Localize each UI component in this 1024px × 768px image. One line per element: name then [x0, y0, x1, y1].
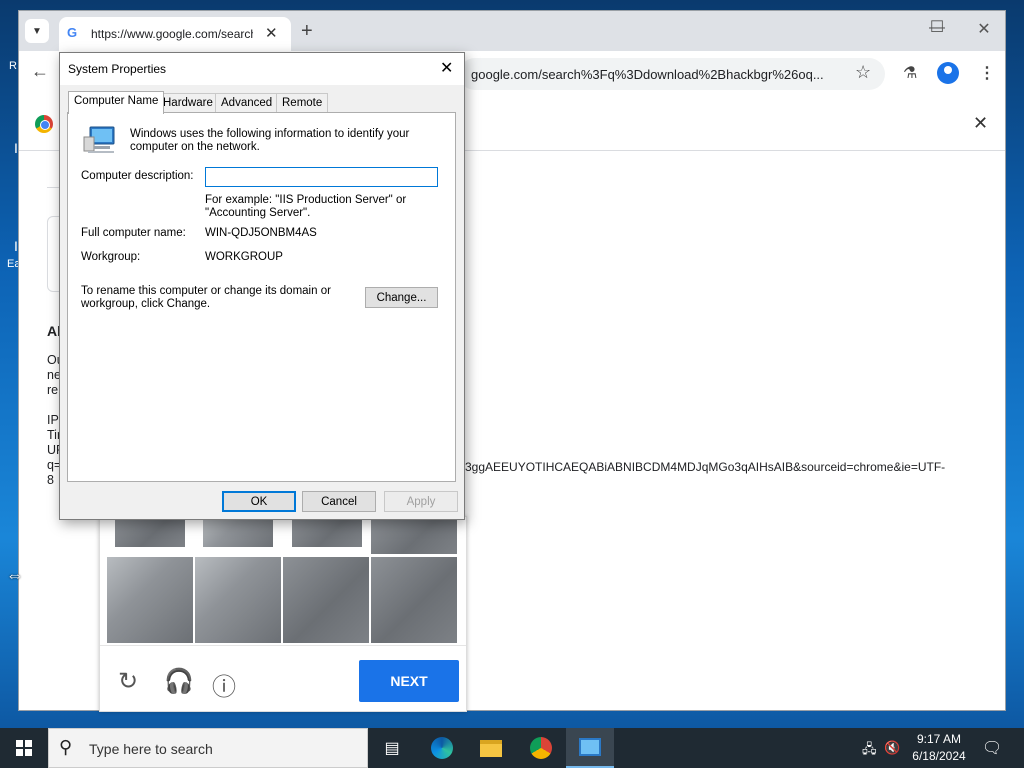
google-g-icon: G	[67, 25, 78, 40]
close-icon[interactable]: ✕	[440, 58, 453, 78]
captcha-tile[interactable]	[292, 517, 362, 547]
apply-button[interactable]: Apply	[384, 491, 458, 512]
info-line: 8	[47, 473, 54, 487]
task-view-button[interactable]: ▤	[368, 728, 416, 768]
close-icon[interactable]: ✕	[265, 24, 278, 42]
full-name-label: Full computer name:	[81, 227, 186, 239]
computer-description-input[interactable]	[205, 167, 438, 187]
long-url-text: 3ggAEEUYOTIHCAEQABiABNIBCDM4MDJqMGo3qAIH…	[465, 460, 946, 474]
next-button[interactable]: NEXT	[359, 660, 459, 702]
captcha-tile[interactable]	[283, 557, 369, 643]
chrome-icon	[35, 115, 53, 133]
ok-button[interactable]: OK	[222, 491, 296, 512]
paragraph-line: re	[47, 383, 59, 397]
profile-icon[interactable]	[937, 62, 959, 84]
clock[interactable]: 9:17 AM 6/18/2024	[904, 731, 974, 765]
taskbar-file-explorer[interactable]	[467, 728, 515, 768]
captcha-tile[interactable]	[195, 557, 281, 643]
resize-cursor-icon: ⇔	[6, 565, 24, 585]
system-properties-dialog: System Properties ✕ Computer Name Hardwa…	[59, 52, 465, 520]
maximize-icon[interactable]: ☐	[922, 17, 952, 37]
tab-computer-name[interactable]: Computer Name	[68, 91, 165, 114]
desktop-icon-label: R	[9, 60, 17, 72]
file-explorer-icon	[480, 739, 502, 757]
system-icon	[579, 738, 601, 756]
tab-advanced[interactable]: Advanced	[215, 93, 279, 113]
back-icon[interactable]: ←	[31, 61, 49, 82]
computer-icon	[83, 126, 115, 153]
star-icon[interactable]: ☆	[855, 62, 871, 83]
address-bar[interactable]: google.com/search%3Fq%3Ddownload%2Bhackb…	[459, 58, 885, 90]
info-line: IP	[47, 413, 59, 427]
cancel-button[interactable]: Cancel	[302, 491, 376, 512]
new-tab-button[interactable]: +	[301, 20, 313, 43]
tab-remote[interactable]: Remote	[276, 93, 329, 113]
search-icon: ⚲	[59, 737, 73, 757]
taskbar-search[interactable]: ⚲ Type here to search	[48, 728, 368, 768]
tab-title: https://www.google.com/search	[91, 27, 253, 41]
captcha-tile[interactable]	[371, 517, 457, 554]
rename-text: To rename this computer or change its do…	[81, 285, 331, 297]
search-placeholder: Type here to search	[89, 741, 213, 757]
close-icon[interactable]: ✕	[973, 113, 988, 134]
example-text: For example: "IIS Production Server" or	[205, 194, 407, 206]
intro-text: Windows uses the following information t…	[130, 128, 410, 153]
taskbar-edge[interactable]	[418, 728, 466, 768]
captcha-tile[interactable]	[371, 557, 457, 643]
taskbar-system-properties[interactable]	[566, 728, 614, 768]
rename-text: workgroup, click Change.	[81, 298, 211, 310]
menu-icon[interactable]: ⋮	[979, 63, 995, 83]
taskbar-chrome[interactable]	[517, 728, 565, 768]
dialog-titlebar: System Properties ✕	[60, 53, 464, 85]
close-window-icon[interactable]: ✕	[969, 19, 999, 39]
captcha-tile[interactable]	[203, 517, 273, 547]
edge-icon	[431, 737, 453, 759]
taskbar: ⚲ Type here to search ▤ 🖧 🔇 9:17 AM 6/18…	[0, 728, 1024, 768]
chrome-icon	[530, 737, 552, 759]
network-icon[interactable]: 🖧	[862, 740, 877, 762]
workgroup-value: WORKGROUP	[205, 251, 283, 263]
description-label: Computer description:	[81, 170, 194, 182]
workgroup-label: Workgroup:	[81, 251, 141, 263]
volume-muted-icon[interactable]: 🔇	[884, 740, 900, 756]
start-button[interactable]	[0, 728, 48, 768]
captcha-tile[interactable]	[107, 557, 193, 643]
dialog-title: System Properties	[68, 62, 167, 76]
change-button[interactable]: Change...	[365, 287, 438, 308]
tab-hardware[interactable]: Hardware	[157, 93, 219, 113]
windows-start-icon	[16, 740, 32, 756]
clock-time: 9:17 AM	[916, 732, 962, 746]
tab-search-button[interactable]: ▼	[25, 19, 49, 43]
chevron-down-icon: ▼	[32, 25, 42, 37]
example-text: "Accounting Server".	[205, 207, 311, 219]
task-view-icon: ▤	[384, 740, 400, 757]
tab-strip: ▼ G https://www.google.com/search ✕ + — …	[19, 11, 1005, 51]
notification-icon[interactable]: 🗨	[982, 738, 1002, 758]
labs-icon[interactable]: ⚗	[903, 63, 917, 83]
captcha-tile[interactable]	[115, 517, 185, 547]
tab-panel: Windows uses the following information t…	[67, 112, 456, 482]
url-text: google.com/search%3Fq%3Ddownload%2Bhackb…	[471, 67, 824, 82]
info-icon[interactable]: ⓘ	[212, 667, 236, 702]
reload-icon[interactable]: ↻	[118, 667, 138, 696]
headphones-icon[interactable]: 🎧	[164, 667, 194, 696]
full-name-value: WIN-QDJ5ONBM4AS	[205, 227, 317, 239]
browser-tab[interactable]: G https://www.google.com/search ✕	[59, 17, 291, 51]
clock-date: 6/18/2024	[912, 749, 966, 763]
captcha-widget: ↻ 🎧 ⓘ NEXT	[99, 516, 467, 712]
